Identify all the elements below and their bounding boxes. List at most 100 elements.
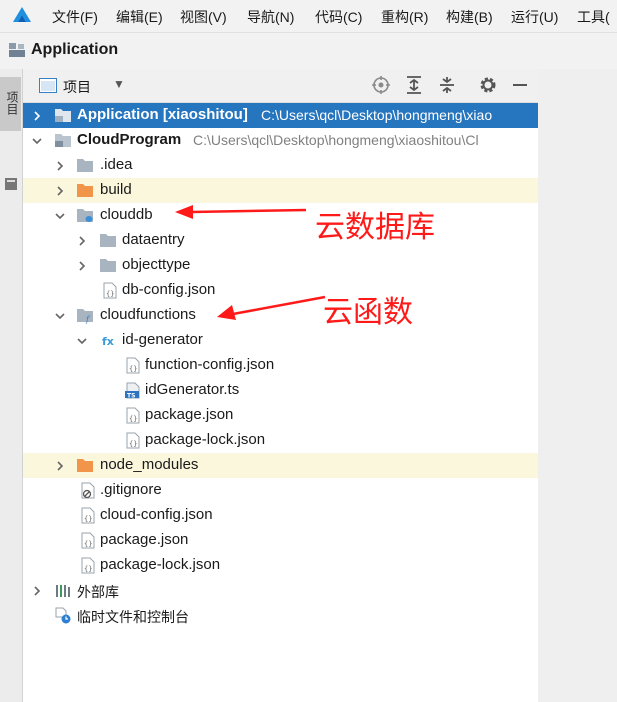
tree-row-idea[interactable]: .idea <box>23 153 538 178</box>
annotation-cloudfunctions-label: 云函数 <box>323 296 413 329</box>
tree-label-cloud-config: cloud-config.json <box>100 506 213 523</box>
svg-text:{}: {} <box>106 290 114 298</box>
structure-tool-icon[interactable] <box>4 177 18 196</box>
tree-label-dataentry: dataentry <box>122 231 185 248</box>
app-logo-icon <box>12 6 32 29</box>
breadcrumb: Application <box>0 32 617 70</box>
hide-panel-icon[interactable] <box>510 75 530 95</box>
json-file-icon: {} <box>79 507 97 524</box>
svg-text:{}: {} <box>129 440 137 448</box>
menu-tools[interactable]: 工具( <box>577 7 610 27</box>
tree-row-package-json-inner[interactable]: {} package.json <box>23 403 538 428</box>
function-folder-icon: f <box>76 307 94 324</box>
json-file-icon: {} <box>124 357 142 374</box>
tree-row-package-json[interactable]: {} package.json <box>23 528 538 553</box>
tree-row-node-modules[interactable]: node_modules <box>23 453 538 478</box>
menu-file[interactable]: 文件(F) <box>52 7 98 27</box>
tree-row-package-lock[interactable]: {} package-lock.json <box>23 553 538 578</box>
svg-text:TS: TS <box>127 393 135 400</box>
tree-label-clouddb: clouddb <box>100 206 153 223</box>
ignore-file-icon <box>79 482 97 499</box>
project-toolbar: 项目 ▼ <box>23 69 538 103</box>
tree-row-function-config[interactable]: {} function-config.json <box>23 353 538 378</box>
folder-icon <box>76 157 94 174</box>
menu-view[interactable]: 视图(V) <box>180 7 227 27</box>
chevron-right-icon[interactable] <box>76 234 88 246</box>
module-name: [xiaoshitou] <box>162 106 248 123</box>
function-icon: fx <box>101 332 119 349</box>
chevron-right-icon[interactable] <box>76 259 88 271</box>
left-tool-strip: 项目 <box>0 69 23 702</box>
menu-refactor[interactable]: 重构(R) <box>381 7 428 27</box>
svg-text:{}: {} <box>129 415 137 423</box>
folder-icon <box>99 257 117 274</box>
locate-icon[interactable] <box>371 75 391 95</box>
breadcrumb-project[interactable]: Application <box>31 41 118 59</box>
project-tool-tab-label: 项目 <box>5 91 19 115</box>
chevron-right-icon[interactable] <box>54 159 66 171</box>
tree-label-node-modules: node_modules <box>100 456 199 473</box>
chevron-down-icon[interactable] <box>76 334 88 346</box>
chevron-right-icon[interactable] <box>54 459 66 471</box>
collapse-all-icon[interactable] <box>437 75 457 95</box>
json-file-icon: {} <box>124 407 142 424</box>
chevron-down-icon[interactable] <box>31 134 43 146</box>
svg-text:{}: {} <box>129 365 137 373</box>
module-icon <box>8 42 26 63</box>
chevron-right-icon[interactable] <box>31 584 43 596</box>
annotation-arrow-clouddb <box>173 204 308 225</box>
tree-label-scratches: 临时文件和控制台 <box>77 609 189 625</box>
tree-row-cloud-config[interactable]: {} cloud-config.json <box>23 503 538 528</box>
tree-label-gitignore: .gitignore <box>100 481 162 498</box>
tree-row-application[interactable]: Application [xiaoshitou] C:\Users\qcl\De… <box>23 103 538 128</box>
chevron-right-icon[interactable] <box>31 109 43 121</box>
excluded-folder-icon <box>76 182 94 199</box>
menu-navigate[interactable]: 导航(N) <box>247 7 294 27</box>
chevron-right-icon[interactable] <box>54 184 66 196</box>
library-icon <box>54 582 72 599</box>
tree-label-external-libraries: 外部库 <box>77 584 119 600</box>
tree-row-gitignore[interactable]: .gitignore <box>23 478 538 503</box>
project-panel: 项目 ▼ Application [xiaoshitou] C:\Users\q… <box>23 69 538 702</box>
expand-all-icon[interactable] <box>404 75 424 95</box>
tree-label-package-json-inner: package.json <box>145 406 234 423</box>
menu-edit[interactable]: 编辑(E) <box>116 7 163 27</box>
chevron-down-icon[interactable] <box>54 309 66 321</box>
json-file-icon: {} <box>79 532 97 549</box>
tree-row-id-generator[interactable]: fx id-generator <box>23 328 538 353</box>
tree-path-cloudprogram: C:\Users\qcl\Desktop\hongmeng\xiaoshitou… <box>193 132 479 148</box>
view-dropdown-icon[interactable]: ▼ <box>113 77 125 91</box>
tree-row-scratches[interactable]: 临时文件和控制台 <box>23 603 538 628</box>
svg-text:fx: fx <box>102 335 114 348</box>
tree-label-build: build <box>100 181 132 198</box>
svg-text:{}: {} <box>84 565 92 573</box>
project-view-label[interactable]: 项目 <box>63 77 91 97</box>
menu-run[interactable]: 运行(U) <box>511 7 558 27</box>
module-folder-icon <box>54 132 72 149</box>
tree-row-build[interactable]: build <box>23 178 538 203</box>
tree-label-application: Application [xiaoshitou] <box>77 106 248 123</box>
svg-text:{}: {} <box>84 515 92 523</box>
chevron-down-icon[interactable] <box>54 209 66 221</box>
json-file-icon: {} <box>124 432 142 449</box>
settings-gear-icon[interactable] <box>478 75 498 95</box>
menu-code[interactable]: 代码(C) <box>315 7 362 27</box>
json-file-icon: {} <box>79 557 97 574</box>
tree-label-package-lock: package-lock.json <box>100 556 221 573</box>
tree-row-package-lock-inner[interactable]: {} package-lock.json <box>23 428 538 453</box>
right-editor-gap <box>538 69 617 702</box>
tree-row-idgenerator-ts[interactable]: TS idGenerator.ts <box>23 378 538 403</box>
annotation-arrow-cloudfunctions <box>215 295 327 326</box>
tree-row-external-libraries[interactable]: 外部库 <box>23 578 538 603</box>
annotation-clouddb-label: 云数据库 <box>315 211 435 244</box>
tree-row-dataentry[interactable]: dataentry <box>23 228 538 253</box>
database-folder-icon <box>76 207 94 224</box>
menu-build[interactable]: 构建(B) <box>446 7 493 27</box>
tree-row-objecttype[interactable]: objecttype <box>23 253 538 278</box>
typescript-file-icon: TS <box>124 382 142 400</box>
project-tool-tab[interactable]: 项目 <box>0 77 21 131</box>
tree-label-function-config: function-config.json <box>145 356 275 373</box>
tree-row-cloudprogram[interactable]: CloudProgram C:\Users\qcl\Desktop\hongme… <box>23 128 538 153</box>
tree-label-objecttype: objecttype <box>122 256 191 273</box>
menu-bar: 文件(F) 编辑(E) 视图(V) 导航(N) 代码(C) 重构(R) 构建(B… <box>0 0 617 32</box>
